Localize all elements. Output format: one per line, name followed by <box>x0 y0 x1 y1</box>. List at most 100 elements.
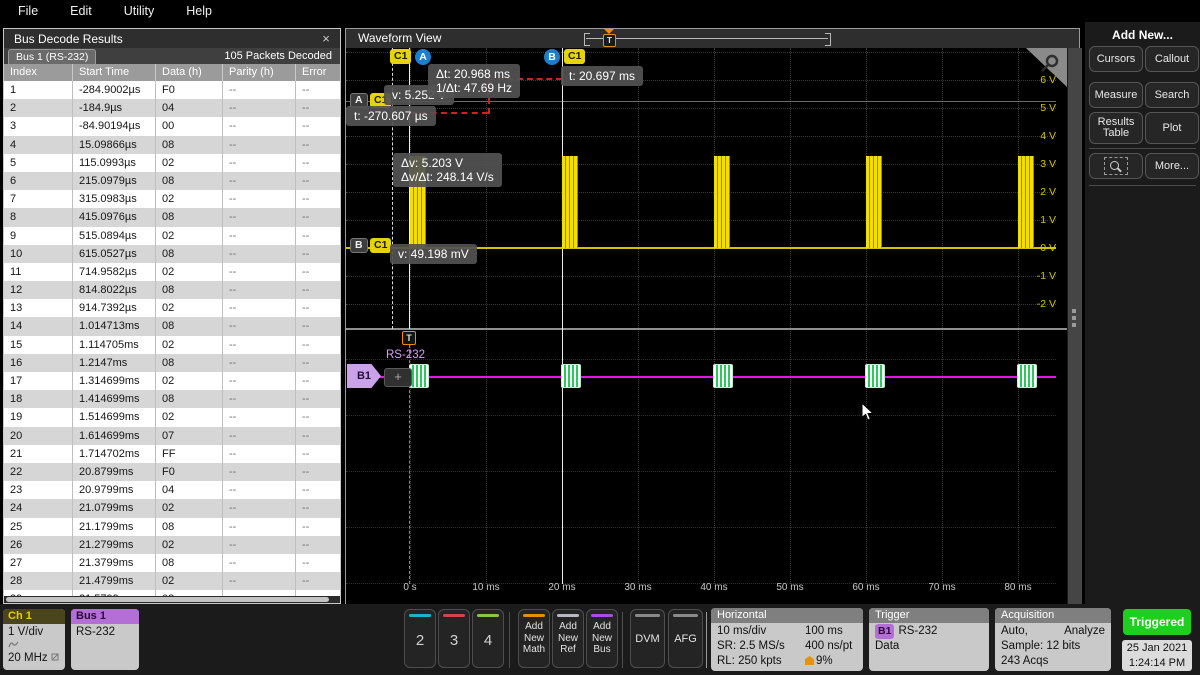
acquisition-panel[interactable]: Acquisition Auto,Analyze Sample: 12 bits… <box>995 608 1111 671</box>
table-row[interactable]: 2421.0799ms02---- <box>4 499 340 517</box>
bus1-type: RS-232 <box>76 626 134 639</box>
slice-resize-handle-icon[interactable] <box>1072 306 1076 330</box>
bottom-bar: Ch 1 1 V/div 20 MHz Bus 1 RS-232 234 Add… <box>0 604 1200 675</box>
table-row[interactable]: 151.114705ms02---- <box>4 336 340 354</box>
table-row[interactable]: 11714.9582µs02---- <box>4 263 340 281</box>
measure-button[interactable]: Measure <box>1089 82 1143 108</box>
readout-delta-v: Δv: 5.203 V Δv/Δt: 248.14 V/s <box>393 153 502 187</box>
table-row[interactable]: 141.014713ms08---- <box>4 317 340 335</box>
table-cell: -- <box>223 427 296 445</box>
table-row[interactable]: 181.414699ms08---- <box>4 390 340 408</box>
hbar-b-badge[interactable]: B <box>350 238 368 253</box>
minimap-left-bracket[interactable] <box>584 33 590 46</box>
table-row[interactable]: 8415.0976µs08---- <box>4 208 340 226</box>
channel-2-button[interactable]: 2 <box>404 609 436 668</box>
waveform-plot[interactable]: B1 + RS-232 T C1 A B C1 A C1 B C1 v: 5.2… <box>346 48 1067 605</box>
menu-edit[interactable]: Edit <box>70 4 92 18</box>
bus-expand-button[interactable]: + <box>384 368 412 387</box>
table-row[interactable]: 2721.3799ms08---- <box>4 554 340 572</box>
minimap-trigger-icon[interactable]: T <box>603 34 616 47</box>
slice-divider[interactable] <box>346 328 1067 330</box>
more-button[interactable]: More... <box>1145 153 1199 179</box>
time-tick-label: 80 ms <box>993 582 1043 593</box>
add-new-bus-button[interactable]: AddNewBus <box>586 609 618 668</box>
bus1-badge-bottom[interactable]: Bus 1 RS-232 <box>71 609 139 670</box>
cursor-b-channel-badge[interactable]: C1 <box>564 49 585 64</box>
scrollbar-thumb[interactable] <box>6 597 329 602</box>
afg-button[interactable]: AFG <box>668 609 703 668</box>
add-new-math-button[interactable]: AddNewMath <box>518 609 550 668</box>
channel-3-button[interactable]: 3 <box>438 609 470 668</box>
gridline <box>1018 48 1019 584</box>
table-cell: -- <box>223 336 296 354</box>
cursor-b-badge[interactable]: B <box>544 49 560 65</box>
horizontal-scrollbar[interactable] <box>4 596 340 603</box>
table-cell: 02 <box>156 227 223 245</box>
results-table-button[interactable]: Results Table <box>1089 112 1143 144</box>
zoom-box-button[interactable] <box>1089 153 1143 179</box>
table-row[interactable]: 211.714702msFF---- <box>4 445 340 463</box>
bus1-badge[interactable]: B1 <box>347 364 381 388</box>
table-cell: -- <box>296 227 340 245</box>
horizontal-position: 9% <box>805 654 833 669</box>
close-icon[interactable]: × <box>318 31 334 47</box>
table-row[interactable]: 191.514699ms02---- <box>4 408 340 426</box>
slice-resize-gutter[interactable] <box>1067 48 1082 605</box>
table-row[interactable]: 5115.0993µs02---- <box>4 154 340 172</box>
table-cell: -- <box>296 408 340 426</box>
ch1-badge[interactable]: Ch 1 1 V/div 20 MHz <box>3 609 65 670</box>
trigger-indicator-icon[interactable]: T <box>402 331 416 345</box>
table-row[interactable]: 161.2147ms08---- <box>4 354 340 372</box>
table-row[interactable]: 201.614699ms07---- <box>4 427 340 445</box>
callout-button[interactable]: Callout <box>1145 46 1199 72</box>
table-row[interactable]: 1-284.9002µsF0---- <box>4 81 340 99</box>
table-cell: 16 <box>4 354 73 372</box>
table-row[interactable]: 171.314699ms02---- <box>4 372 340 390</box>
table-row[interactable]: 9515.0894µs02---- <box>4 227 340 245</box>
table-row[interactable]: 2-184.9µs04---- <box>4 99 340 117</box>
table-row[interactable]: 13914.7392µs02---- <box>4 299 340 317</box>
table-cell: 6 <box>4 172 73 190</box>
gridline <box>346 359 1056 360</box>
menu-help[interactable]: Help <box>186 4 212 18</box>
table-row[interactable]: 415.09866µs08---- <box>4 136 340 154</box>
ch1-scale: 1 V/div <box>8 626 60 639</box>
table-cell: 08 <box>156 390 223 408</box>
search-button[interactable]: Search <box>1145 82 1199 108</box>
gridline <box>346 304 1056 305</box>
trigger-panel-title: Trigger <box>869 608 989 623</box>
table-cell: -- <box>296 99 340 117</box>
hbar-b-channel-badge[interactable]: C1 <box>370 238 391 253</box>
menu-bar: File Edit Utility Help <box>0 0 1200 22</box>
cursor-b-line[interactable] <box>562 48 563 584</box>
gridline <box>638 48 639 584</box>
cursor-a-badge[interactable]: A <box>415 49 431 65</box>
table-row[interactable]: 2821.4799ms02---- <box>4 572 340 590</box>
add-new-ref-button[interactable]: AddNewRef <box>552 609 584 668</box>
plot-button[interactable]: Plot <box>1145 112 1199 144</box>
table-row[interactable]: 2220.8799msF0---- <box>4 463 340 481</box>
menu-utility[interactable]: Utility <box>124 4 155 18</box>
table-row[interactable]: 2320.9799ms04---- <box>4 481 340 499</box>
horizontal-panel[interactable]: Horizontal 10 ms/div100 ms SR: 2.5 MS/s4… <box>711 608 863 671</box>
table-row[interactable]: 6215.0979µs08---- <box>4 172 340 190</box>
gridline <box>346 192 1056 193</box>
table-row[interactable]: 12814.8022µs08---- <box>4 281 340 299</box>
tab-bus1-rs232[interactable]: Bus 1 (RS-232) <box>8 49 96 64</box>
menu-file[interactable]: File <box>18 4 38 18</box>
channel-4-button[interactable]: 4 <box>472 609 504 668</box>
table-row[interactable]: 2521.1799ms08---- <box>4 518 340 536</box>
trigger-panel[interactable]: Trigger B1RS-232 Data <box>869 608 989 671</box>
table-row[interactable]: 2621.2799ms02---- <box>4 536 340 554</box>
sample-rate: SR: 2.5 MS/s <box>717 639 805 654</box>
cursors-button[interactable]: Cursors <box>1089 46 1143 72</box>
table-row[interactable]: 3-84.90194µs00---- <box>4 117 340 135</box>
table-cell: 1.314699ms <box>73 372 156 390</box>
zoom-corner-icon[interactable] <box>1026 48 1067 87</box>
table-row[interactable]: 10615.0527µs08---- <box>4 245 340 263</box>
dvm-button[interactable]: DVM <box>630 609 665 668</box>
minimap-right-bracket[interactable] <box>825 33 831 46</box>
table-cell: 27 <box>4 554 73 572</box>
table-row[interactable]: 7315.0983µs02---- <box>4 190 340 208</box>
cursor-a-channel-badge[interactable]: C1 <box>390 49 411 64</box>
